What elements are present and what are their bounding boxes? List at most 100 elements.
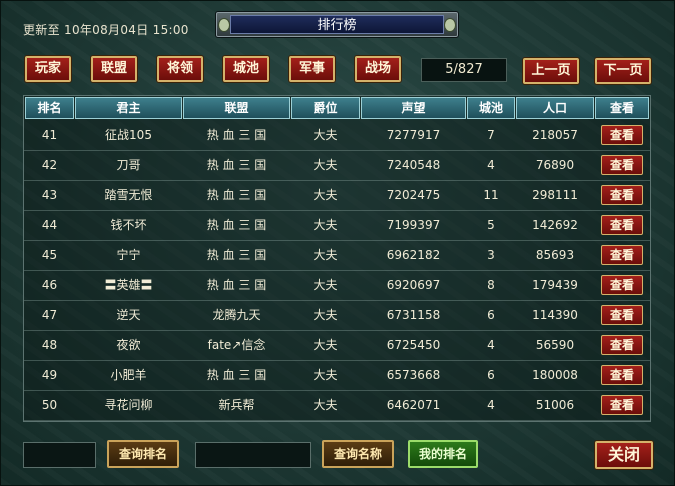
view-button[interactable]: 查看 xyxy=(601,365,643,385)
col-rank: 排名 xyxy=(25,97,74,119)
table-row: 49 小肥羊 热 血 三 国 大夫 6573668 6 180008 查看 xyxy=(24,361,650,391)
cell-population: 56590 xyxy=(535,338,575,352)
cell-prestige: 6725450 xyxy=(386,338,441,352)
cell-prestige: 6462071 xyxy=(386,398,441,412)
title-ornament-left-icon xyxy=(218,18,230,32)
cell-population: 179439 xyxy=(532,278,578,292)
table-row: 45 宁宁 热 血 三 国 大夫 6962182 3 85693 查看 xyxy=(24,241,650,271)
page-title: 排行榜 xyxy=(230,15,444,34)
table-row: 48 夜欲 fate↗信念 大夫 6725450 4 56590 查看 xyxy=(24,331,650,361)
cell-alliance: 龙腾九天 xyxy=(212,308,261,322)
cell-population: 298111 xyxy=(532,188,578,202)
cell-population: 218057 xyxy=(532,128,578,142)
cell-title: 大夫 xyxy=(313,368,338,382)
my-rank-button[interactable]: 我的排名 xyxy=(408,440,478,468)
tab-player[interactable]: 玩家 xyxy=(25,56,71,82)
title-bar: 排行榜 xyxy=(215,11,459,38)
cell-title: 大夫 xyxy=(313,248,338,262)
col-lord: 君主 xyxy=(75,97,182,119)
cell-cities: 11 xyxy=(483,188,499,202)
cell-cities: 3 xyxy=(487,248,495,262)
cell-prestige: 6573668 xyxy=(386,368,441,382)
cell-alliance: 热 血 三 国 xyxy=(206,248,267,262)
ranking-panel: 更新至 10年08月04日 15:00 排行榜 玩家 联盟 将领 城池 军事 战… xyxy=(0,0,675,486)
cell-population: 76890 xyxy=(535,158,575,172)
cell-cities: 4 xyxy=(487,158,495,172)
name-input[interactable] xyxy=(195,442,311,468)
tab-alliance[interactable]: 联盟 xyxy=(91,56,137,82)
cell-cities: 6 xyxy=(487,308,495,322)
cell-rank: 49 xyxy=(41,368,58,382)
cell-rank: 43 xyxy=(41,188,58,202)
cell-cities: 4 xyxy=(487,338,495,352)
view-button[interactable]: 查看 xyxy=(601,335,643,355)
table-header: 排名 君主 联盟 爵位 声望 城池 人口 查看 xyxy=(24,96,650,121)
col-population: 人口 xyxy=(516,97,594,119)
view-button[interactable]: 查看 xyxy=(601,245,643,265)
tab-military[interactable]: 军事 xyxy=(289,56,335,82)
tab-city[interactable]: 城池 xyxy=(223,56,269,82)
cell-title: 大夫 xyxy=(313,128,338,142)
cell-title: 大夫 xyxy=(313,278,338,292)
col-view: 查看 xyxy=(595,97,649,119)
cell-cities: 4 xyxy=(487,398,495,412)
cell-title: 大夫 xyxy=(313,188,338,202)
cell-prestige: 6920697 xyxy=(386,278,441,292)
table-row: 41 征战105 热 血 三 国 大夫 7277917 7 218057 查看 xyxy=(24,121,650,151)
tab-battlefield[interactable]: 战场 xyxy=(355,56,401,82)
view-button[interactable]: 查看 xyxy=(601,155,643,175)
cell-rank: 47 xyxy=(41,308,58,322)
cell-population: 85693 xyxy=(535,248,575,262)
view-button[interactable]: 查看 xyxy=(601,305,643,325)
cell-alliance: 新兵帮 xyxy=(218,398,255,412)
cell-lord: 刀哥 xyxy=(116,158,141,172)
cell-rank: 50 xyxy=(41,398,58,412)
cell-lord: 小肥羊 xyxy=(110,368,147,382)
cell-lord: 逆天 xyxy=(116,308,141,322)
cell-cities: 6 xyxy=(487,368,495,382)
cell-title: 大夫 xyxy=(313,398,338,412)
table-row: 44 钱不坏 热 血 三 国 大夫 7199397 5 142692 查看 xyxy=(24,211,650,241)
cell-population: 51006 xyxy=(535,398,575,412)
cell-prestige: 7240548 xyxy=(386,158,441,172)
cell-population: 114390 xyxy=(532,308,578,322)
rank-input[interactable] xyxy=(23,442,96,468)
cell-alliance: 热 血 三 国 xyxy=(206,218,267,232)
cell-title: 大夫 xyxy=(313,158,338,172)
cell-lord: 〓英雄〓 xyxy=(104,278,153,292)
query-rank-button[interactable]: 查询排名 xyxy=(107,440,179,468)
tab-general[interactable]: 将领 xyxy=(157,56,203,82)
table-row: 42 刀哥 热 血 三 国 大夫 7240548 4 76890 查看 xyxy=(24,151,650,181)
cell-alliance: 热 血 三 国 xyxy=(206,128,267,142)
prev-page-button[interactable]: 上一页 xyxy=(523,58,579,84)
cell-prestige: 7277917 xyxy=(386,128,441,142)
updated-time: 更新至 10年08月04日 15:00 xyxy=(23,23,189,37)
view-button[interactable]: 查看 xyxy=(601,275,643,295)
view-button[interactable]: 查看 xyxy=(601,395,643,415)
view-button[interactable]: 查看 xyxy=(601,215,643,235)
close-button[interactable]: 关闭 xyxy=(595,441,653,469)
col-prestige: 声望 xyxy=(361,97,466,119)
cell-prestige: 7202475 xyxy=(386,188,441,202)
view-button[interactable]: 查看 xyxy=(601,125,643,145)
view-button[interactable]: 查看 xyxy=(601,185,643,205)
cell-prestige: 6962182 xyxy=(386,248,441,262)
cell-rank: 46 xyxy=(41,278,58,292)
cell-lord: 踏雪无恨 xyxy=(104,188,153,202)
cell-title: 大夫 xyxy=(313,218,338,232)
cell-lord: 宁宁 xyxy=(116,248,141,262)
cell-lord: 征战105 xyxy=(105,128,152,142)
cell-population: 142692 xyxy=(532,218,578,232)
title-ornament-right-icon xyxy=(444,18,456,32)
next-page-button[interactable]: 下一页 xyxy=(595,58,651,84)
cell-lord: 钱不坏 xyxy=(110,218,147,232)
cell-rank: 42 xyxy=(41,158,58,172)
table-row: 46 〓英雄〓 热 血 三 国 大夫 6920697 8 179439 查看 xyxy=(24,271,650,301)
cell-alliance: fate↗信念 xyxy=(207,338,266,352)
page-indicator: 5/827 xyxy=(421,58,507,82)
cell-title: 大夫 xyxy=(313,308,338,322)
cell-cities: 7 xyxy=(487,128,495,142)
cell-alliance: 热 血 三 国 xyxy=(206,278,267,292)
query-name-button[interactable]: 查询名称 xyxy=(322,440,394,468)
ranking-table: 排名 君主 联盟 爵位 声望 城池 人口 查看 41 征战105 热 血 三 国大夫… xyxy=(23,95,651,422)
